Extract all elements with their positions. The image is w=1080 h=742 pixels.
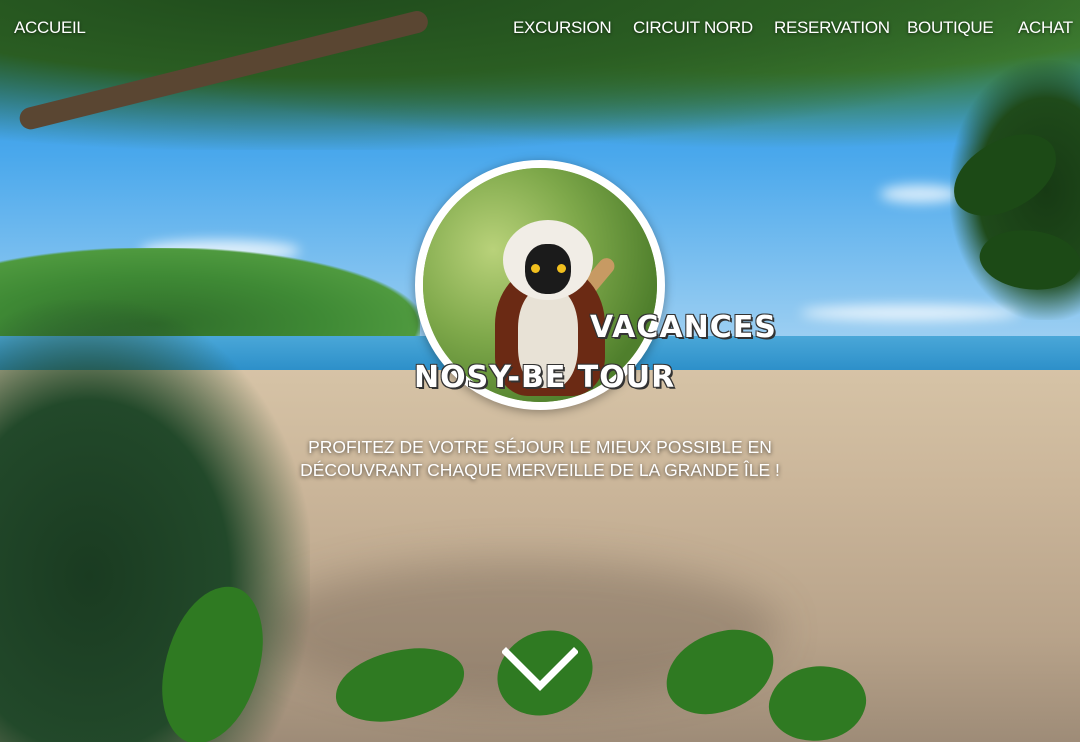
nav-item-accueil[interactable]: ACCUEIL bbox=[14, 18, 86, 38]
nav-item-boutique[interactable]: BOUTIQUE bbox=[907, 18, 994, 38]
main-nav: ACCUEIL EXCURSION CIRCUIT NORD RESERVATI… bbox=[0, 18, 1080, 44]
nav-item-circuit-nord[interactable]: CIRCUIT NORD bbox=[633, 18, 753, 38]
hero-title-line2: NOSY-BE TOUR bbox=[414, 360, 676, 395]
nav-item-achat[interactable]: ACHAT bbox=[1018, 18, 1073, 38]
hero-tagline: PROFITEZ DE VOTRE SÉJOUR LE MIEUX POSSIB… bbox=[300, 437, 780, 480]
cloud bbox=[880, 185, 960, 203]
nav-item-excursion[interactable]: EXCURSION bbox=[513, 18, 612, 38]
lemur-eye bbox=[557, 264, 566, 273]
agave-plant bbox=[0, 300, 310, 742]
chevron-down-icon bbox=[501, 647, 579, 691]
scroll-down-button[interactable] bbox=[501, 642, 579, 694]
hero-title-line1: VACANCES bbox=[590, 310, 777, 345]
nav-item-reservation[interactable]: RESERVATION bbox=[774, 18, 890, 38]
lemur-eye bbox=[531, 264, 540, 273]
